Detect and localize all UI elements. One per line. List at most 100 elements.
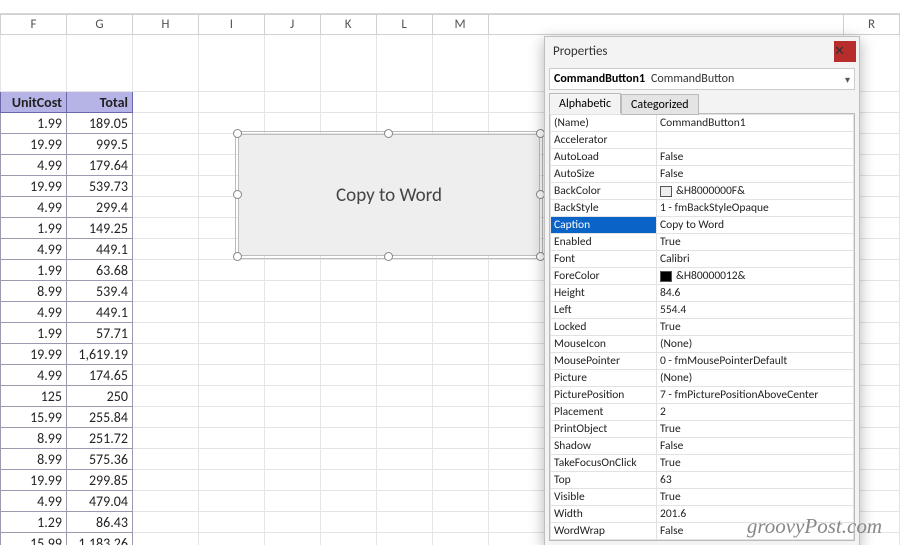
cell[interactable] <box>320 323 376 344</box>
col-header-J[interactable]: J <box>264 15 320 35</box>
cell[interactable] <box>264 386 320 407</box>
cell[interactable] <box>432 449 488 470</box>
properties-grid[interactable]: (Name)CommandButton1AcceleratorAutoLoadF… <box>549 113 855 541</box>
cell[interactable] <box>132 407 198 428</box>
cell[interactable]: 19.99 <box>1 176 67 197</box>
property-value[interactable]: 7 - fmPicturePositionAboveCenter <box>657 387 854 404</box>
cell[interactable] <box>376 533 432 545</box>
property-value[interactable]: False <box>657 149 854 166</box>
cell[interactable]: 4.99 <box>1 155 67 176</box>
cell[interactable]: 299.4 <box>66 197 132 218</box>
cell[interactable] <box>320 512 376 533</box>
cell[interactable]: 449.1 <box>66 302 132 323</box>
cell[interactable]: 1,619.19 <box>66 344 132 365</box>
cell[interactable]: 449.1 <box>66 239 132 260</box>
cell[interactable] <box>198 365 264 386</box>
col-header-K[interactable]: K <box>320 15 376 35</box>
cell[interactable] <box>132 155 198 176</box>
cell[interactable] <box>198 428 264 449</box>
property-value[interactable]: True <box>657 421 854 438</box>
cell[interactable] <box>132 323 198 344</box>
property-row[interactable]: MousePointer0 - fmMousePointerDefault <box>551 353 854 370</box>
cell[interactable] <box>198 491 264 512</box>
cell[interactable] <box>198 260 264 281</box>
property-row[interactable]: Top63 <box>551 472 854 489</box>
cell[interactable] <box>132 176 198 197</box>
property-value[interactable]: &H80000012& <box>657 268 854 285</box>
cell[interactable] <box>432 470 488 491</box>
cell[interactable]: 4.99 <box>1 365 67 386</box>
property-value[interactable]: True <box>657 489 854 506</box>
cell[interactable] <box>264 533 320 545</box>
properties-window[interactable]: Properties ✕ CommandButton1 CommandButto… <box>544 36 860 545</box>
cell[interactable] <box>264 449 320 470</box>
cell[interactable] <box>320 344 376 365</box>
property-value[interactable]: False <box>657 166 854 183</box>
cell[interactable] <box>432 407 488 428</box>
cell[interactable] <box>432 365 488 386</box>
cell[interactable] <box>264 344 320 365</box>
cell[interactable] <box>376 428 432 449</box>
property-row[interactable]: AutoLoadFalse <box>551 149 854 166</box>
cell[interactable] <box>376 302 432 323</box>
cell[interactable] <box>132 512 198 533</box>
cell[interactable] <box>320 449 376 470</box>
col-header-F[interactable]: F <box>1 15 67 35</box>
cell[interactable] <box>132 260 198 281</box>
property-row[interactable]: BackStyle1 - fmBackStyleOpaque <box>551 200 854 217</box>
cell[interactable]: 1.99 <box>1 113 67 134</box>
col-header-G[interactable]: G <box>66 15 132 35</box>
cell[interactable]: 179.64 <box>66 155 132 176</box>
cell[interactable] <box>264 491 320 512</box>
cell[interactable] <box>132 218 198 239</box>
cell[interactable] <box>264 302 320 323</box>
cell[interactable] <box>198 344 264 365</box>
cell[interactable]: 575.36 <box>66 449 132 470</box>
command-button-shape[interactable]: Copy to Word <box>238 134 540 256</box>
cell[interactable] <box>132 281 198 302</box>
resize-handle[interactable] <box>384 252 393 261</box>
property-row[interactable]: MouseIcon(None) <box>551 336 854 353</box>
cell[interactable] <box>132 113 198 134</box>
col-header-I[interactable]: I <box>198 15 264 35</box>
property-row[interactable]: (Name)CommandButton1 <box>551 115 854 132</box>
cell[interactable] <box>132 344 198 365</box>
property-value[interactable]: 554.4 <box>657 302 854 319</box>
property-value[interactable]: (None) <box>657 336 854 353</box>
property-value[interactable]: Calibri <box>657 251 854 268</box>
cell[interactable] <box>376 512 432 533</box>
cell[interactable]: 4.99 <box>1 302 67 323</box>
cell[interactable] <box>132 365 198 386</box>
property-row[interactable]: ShadowFalse <box>551 438 854 455</box>
cell[interactable]: 8.99 <box>1 428 67 449</box>
property-value[interactable]: 0 - fmMousePointerDefault <box>657 353 854 370</box>
cell[interactable]: 299.85 <box>66 470 132 491</box>
cell[interactable] <box>198 512 264 533</box>
cell[interactable] <box>132 239 198 260</box>
cell[interactable] <box>264 365 320 386</box>
cell[interactable] <box>132 302 198 323</box>
cell[interactable] <box>198 533 264 545</box>
property-value[interactable]: CommandButton1 <box>657 115 854 132</box>
property-row[interactable]: Placement2 <box>551 404 854 421</box>
property-row[interactable]: Accelerator <box>551 132 854 149</box>
cell[interactable] <box>132 428 198 449</box>
cell[interactable] <box>432 533 488 545</box>
resize-handle[interactable] <box>233 129 242 138</box>
cell[interactable] <box>320 386 376 407</box>
property-row[interactable]: Left554.4 <box>551 302 854 319</box>
cell[interactable] <box>264 428 320 449</box>
cell[interactable] <box>432 512 488 533</box>
cell[interactable] <box>198 302 264 323</box>
cell[interactable] <box>376 407 432 428</box>
cell[interactable] <box>264 281 320 302</box>
cell[interactable] <box>198 449 264 470</box>
property-row[interactable]: VisibleTrue <box>551 489 854 506</box>
cell[interactable]: 1.29 <box>1 512 67 533</box>
property-row[interactable]: PrintObjectTrue <box>551 421 854 438</box>
cell[interactable] <box>320 407 376 428</box>
cell[interactable] <box>264 470 320 491</box>
cell[interactable] <box>376 344 432 365</box>
cell[interactable]: 1.99 <box>1 218 67 239</box>
col-header-H[interactable]: H <box>132 15 198 35</box>
